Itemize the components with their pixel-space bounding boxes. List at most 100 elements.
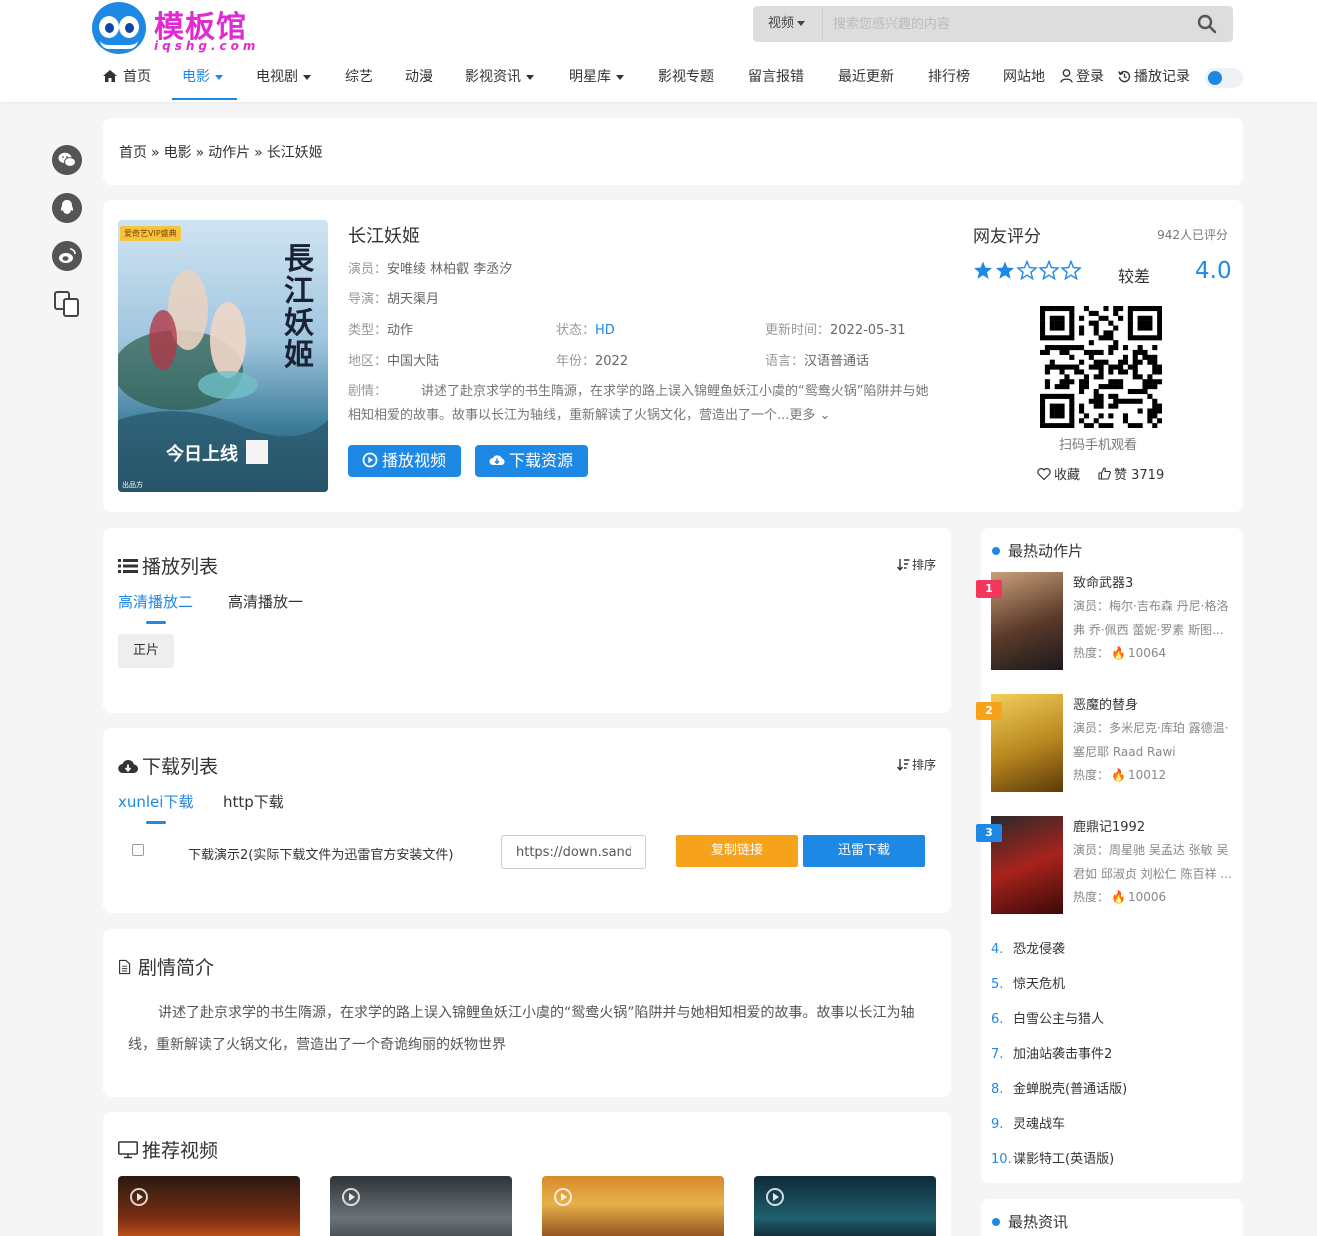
recommend-thumb[interactable] (330, 1176, 512, 1236)
qr-module (1088, 364, 1094, 370)
tab-http[interactable]: http下载 (223, 791, 284, 812)
qr-module (1059, 369, 1065, 375)
nav-item-feedback[interactable]: 留言报错 (748, 58, 804, 100)
theme-toggle[interactable] (1205, 68, 1243, 88)
search-input[interactable] (833, 6, 1173, 42)
nav-item-ranking[interactable]: 排行榜 (928, 58, 970, 100)
qr-module (1079, 359, 1085, 365)
hot-list-item[interactable]: 10.谍影特工(英语版) (991, 1148, 1114, 1167)
year-link[interactable]: 2022 (595, 354, 628, 369)
nav-item-latest[interactable]: 最近更新 (838, 58, 894, 100)
star-filled-icon[interactable] (995, 261, 1015, 279)
qr-module (1098, 359, 1104, 365)
recommend-thumb[interactable] (754, 1176, 936, 1236)
thunder-download-button[interactable]: 迅雷下载 (803, 835, 925, 867)
area-link[interactable]: 中国大陆 (387, 354, 439, 369)
search-icon[interactable] (1197, 14, 1217, 34)
nav-item-sitemap[interactable]: 网站地图 (1003, 58, 1046, 100)
qr-module (1049, 393, 1055, 399)
qr-module (1098, 384, 1104, 390)
qr-module (1044, 335, 1050, 341)
nav-item-variety[interactable]: 综艺 (345, 58, 373, 100)
nav-item-anime[interactable]: 动漫 (405, 58, 433, 100)
tab-source-1[interactable]: 高清播放一 (228, 591, 303, 612)
history-link[interactable]: 播放记录 (1118, 62, 1190, 92)
qr-module (1040, 408, 1046, 414)
episode-button[interactable]: 正片 (118, 634, 175, 668)
hot-list-item[interactable]: 4. 恐龙侵袭 (991, 938, 1065, 957)
qr-module (1098, 398, 1104, 404)
qr-module (1137, 423, 1143, 429)
hot-list-item[interactable]: 8. 金蝉脱壳(普通话版) (991, 1078, 1127, 1097)
qr-code (1040, 306, 1163, 429)
qr-module (1088, 320, 1094, 326)
favorite-button[interactable]: 收藏 (1037, 464, 1080, 483)
copy-link-button[interactable]: 复制链接 (676, 835, 798, 867)
star-filled-icon[interactable] (973, 261, 993, 279)
hot-list-item[interactable]: 5. 惊天危机 (991, 973, 1065, 992)
wechat-icon[interactable] (52, 145, 82, 175)
qr-module (1147, 315, 1153, 321)
actor-links[interactable]: 安唯绫 林柏叡 李丞汐 (387, 262, 512, 277)
qr-module (1088, 354, 1094, 360)
hot-item[interactable]: 3 鹿鼎记1992 演员：周星驰 吴孟达 张敏 吴君如 邱淑贞 刘松仁 陈百祥 … (976, 816, 1236, 936)
type-link[interactable]: 动作 (387, 323, 413, 338)
qr-module (1157, 310, 1163, 316)
nav-item-topics[interactable]: 影视专题 (658, 58, 714, 100)
play-icon (554, 1188, 572, 1206)
movie-poster[interactable]: 爱奇艺VIP盛典 長江妖姬 今日上线 出品方 (118, 220, 328, 492)
breadcrumb-action[interactable]: 动作片 (208, 145, 250, 161)
breadcrumb-current: 长江妖姬 (266, 145, 323, 161)
qr-module (1064, 423, 1070, 429)
download-url-field[interactable] (501, 835, 646, 869)
qr-module (1059, 423, 1065, 429)
poster-title: 長江妖姬 (284, 242, 314, 373)
qr-module (1079, 418, 1085, 424)
star-empty-icon[interactable] (1016, 259, 1038, 281)
site-logo[interactable]: 模板馆 iqshg.com (92, 2, 272, 54)
star-empty-icon[interactable] (1038, 259, 1060, 281)
qr-module (1054, 403, 1060, 409)
qr-module (1088, 423, 1094, 429)
download-sort-button[interactable]: 排序 (896, 756, 936, 773)
nav-item-news[interactable]: 影视资讯 (465, 58, 534, 100)
breadcrumb-home[interactable]: 首页 (119, 145, 147, 161)
login-link[interactable]: 登录 (1060, 62, 1104, 92)
qr-module (1054, 320, 1060, 326)
hot-list-item[interactable]: 9. 灵魂战车 (991, 1113, 1065, 1132)
breadcrumb-movie[interactable]: 电影 (164, 145, 192, 161)
qr-module (1069, 320, 1075, 326)
hot-item[interactable]: 2 恶魔的替身 演员：多米尼克·库珀 露德温·塞尼耶 Raad Rawi 热度：… (976, 694, 1236, 814)
recommend-thumb[interactable] (118, 1176, 300, 1236)
hot-list-item[interactable]: 7. 加油站袭击事件2 (991, 1043, 1112, 1062)
download-checkbox[interactable] (132, 844, 144, 856)
rating-stars[interactable] (973, 259, 1083, 287)
qr-module (1064, 349, 1070, 355)
tab-source-2[interactable]: 高清播放二 (118, 591, 193, 624)
copy-icon[interactable] (52, 289, 82, 319)
hot-item[interactable]: 1 致命武器3 演员：梅尔·吉布森 丹尼·格洛弗 乔·佩西 蕾妮·罗素 斯图..… (976, 572, 1236, 692)
movie-director: 导演：胡天渠月 (348, 292, 440, 307)
qr-module (1137, 325, 1143, 331)
director-link[interactable]: 胡天渠月 (387, 292, 439, 307)
search-type-select[interactable]: 视频 (753, 6, 823, 42)
play-video-button[interactable]: 播放视频 (348, 445, 462, 477)
nav-item-movie[interactable]: 电影 (172, 58, 237, 100)
more-link[interactable]: 更多 ⌄ (789, 408, 830, 423)
hot-list-item[interactable]: 6. 白雪公主与猎人 (991, 1008, 1104, 1027)
tab-xunlei[interactable]: xunlei下载 (118, 791, 193, 824)
nav-item-tv[interactable]: 电视剧 (256, 58, 311, 100)
movie-type: 类型：动作 (348, 323, 414, 338)
qr-module (1137, 408, 1143, 414)
weibo-icon[interactable] (52, 241, 82, 271)
qr-module (1069, 418, 1075, 424)
qr-module (1093, 398, 1099, 404)
playlist-sort-button[interactable]: 排序 (896, 556, 936, 573)
nav-item-home[interactable]: 首页 (103, 58, 151, 100)
nav-item-stars[interactable]: 明星库 (569, 58, 624, 100)
star-empty-icon[interactable] (1060, 259, 1082, 281)
qq-icon[interactable] (52, 193, 82, 223)
recommend-thumb[interactable] (542, 1176, 724, 1236)
like-button[interactable]: 赞 3719 (1098, 464, 1164, 483)
download-resource-button[interactable]: 下载资源 (475, 445, 589, 477)
